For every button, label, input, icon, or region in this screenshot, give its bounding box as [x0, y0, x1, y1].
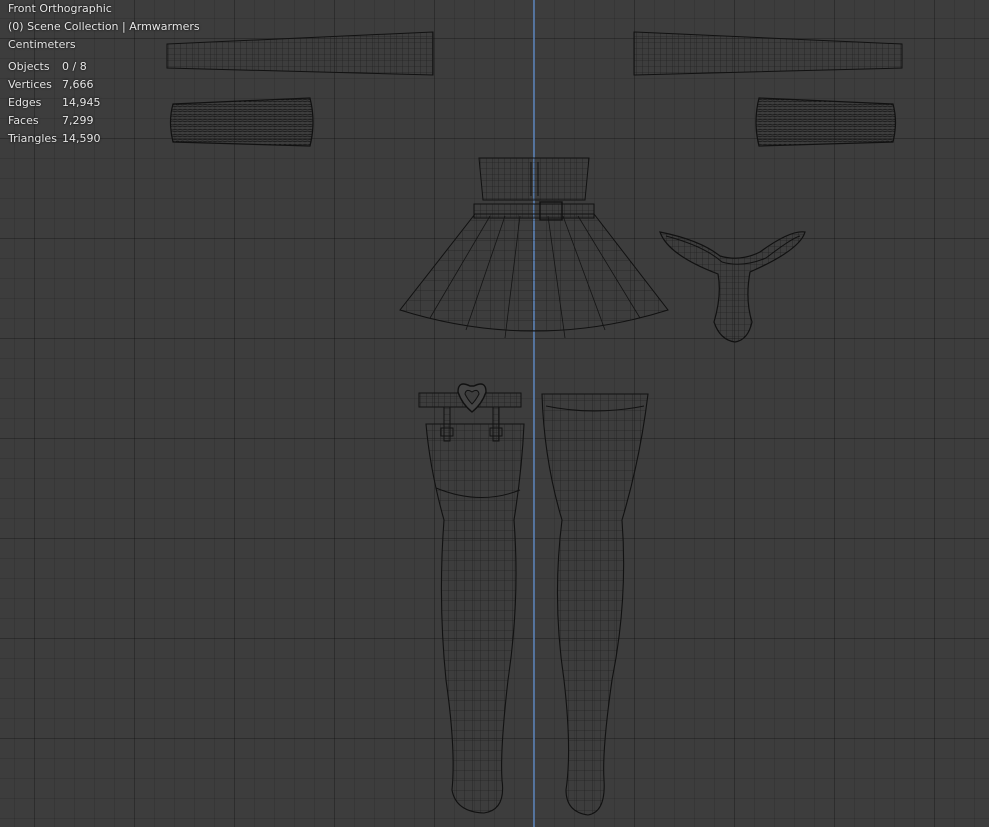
3d-viewport[interactable]: Front Orthographic (0) Scene Collection … [0, 0, 989, 827]
pleated-skirt[interactable] [399, 157, 669, 339]
thigh-high-stocking-left[interactable] [425, 423, 525, 814]
collection-name: (0) Scene Collection | Armwarmers [8, 20, 200, 33]
stat-triangles: Triangles 14,590 [8, 132, 101, 145]
thong[interactable] [659, 231, 806, 343]
stat-edges: Edges 14,945 [8, 96, 101, 109]
scene-statistics: Objects 0 / 8 Vertices 7,666 Edges 14,945 F… [8, 58, 200, 148]
stat-faces: Faces 7,299 [8, 114, 94, 127]
thigh-high-stocking-right[interactable] [541, 393, 649, 816]
armwarmer-left[interactable] [166, 31, 434, 76]
units-label: Centimeters [8, 38, 76, 51]
armwarmer-right[interactable] [633, 31, 903, 76]
stat-vertices: Vertices 7,666 [8, 78, 94, 91]
viewport-info-overlay: Front Orthographic (0) Scene Collection … [8, 0, 200, 148]
stat-objects: Objects 0 / 8 [8, 60, 87, 73]
view-name: Front Orthographic [8, 2, 112, 15]
scrunch-cuff-right[interactable] [755, 97, 897, 147]
